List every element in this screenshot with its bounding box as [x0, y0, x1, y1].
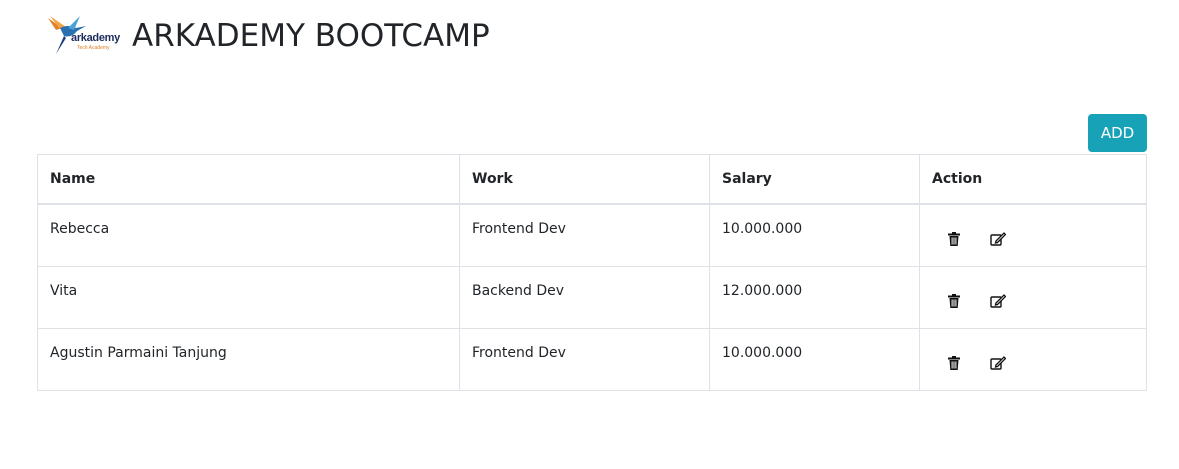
- cell-work: Frontend Dev: [459, 327, 710, 391]
- cell-salary: 10.000.000: [709, 203, 920, 267]
- page-title: ARKADEMY BOOTCAMP: [132, 18, 490, 54]
- row-actions: [932, 345, 1134, 372]
- cell-actions: [919, 203, 1147, 267]
- cell-work: Frontend Dev: [459, 203, 710, 267]
- arkademy-logo: arkademy Tech Academy: [46, 14, 128, 58]
- trash-icon[interactable]: [945, 292, 963, 310]
- cell-salary: 12.000.000: [709, 265, 920, 329]
- cell-actions: [919, 327, 1147, 391]
- row-actions: [932, 221, 1134, 248]
- table-row: Vita Backend Dev 12.000.000: [37, 265, 1147, 329]
- table-row: Agustin Parmaini Tanjung Frontend Dev 10…: [37, 327, 1147, 391]
- edit-icon[interactable]: [989, 292, 1007, 310]
- edit-icon[interactable]: [989, 230, 1007, 248]
- cell-work: Backend Dev: [459, 265, 710, 329]
- table-header-row: Name Work Salary Action: [37, 154, 1147, 205]
- logo-wordmark: arkademy: [71, 32, 120, 44]
- cell-salary: 10.000.000: [709, 327, 920, 391]
- cell-name: Vita: [37, 265, 460, 329]
- table-row: Rebecca Frontend Dev 10.000.000: [37, 203, 1147, 267]
- column-header-salary: Salary: [709, 154, 920, 205]
- header: arkademy Tech Academy ARKADEMY BOOTCAMP: [46, 8, 490, 64]
- table-header: Name Work Salary Action: [37, 154, 1147, 205]
- column-header-action: Action: [919, 154, 1147, 205]
- cell-actions: [919, 265, 1147, 329]
- table-body: Rebecca Frontend Dev 10.000.000 Vita Bac…: [37, 203, 1147, 391]
- add-button[interactable]: ADD: [1088, 114, 1147, 152]
- row-actions: [932, 283, 1134, 310]
- employee-table: Name Work Salary Action Rebecca Frontend…: [37, 154, 1147, 391]
- trash-icon[interactable]: [945, 230, 963, 248]
- edit-icon[interactable]: [989, 354, 1007, 372]
- cell-name: Rebecca: [37, 203, 460, 267]
- trash-icon[interactable]: [945, 354, 963, 372]
- cell-name: Agustin Parmaini Tanjung: [37, 327, 460, 391]
- logo-tagline: Tech Academy: [77, 45, 110, 51]
- column-header-name: Name: [37, 154, 460, 205]
- column-header-work: Work: [459, 154, 710, 205]
